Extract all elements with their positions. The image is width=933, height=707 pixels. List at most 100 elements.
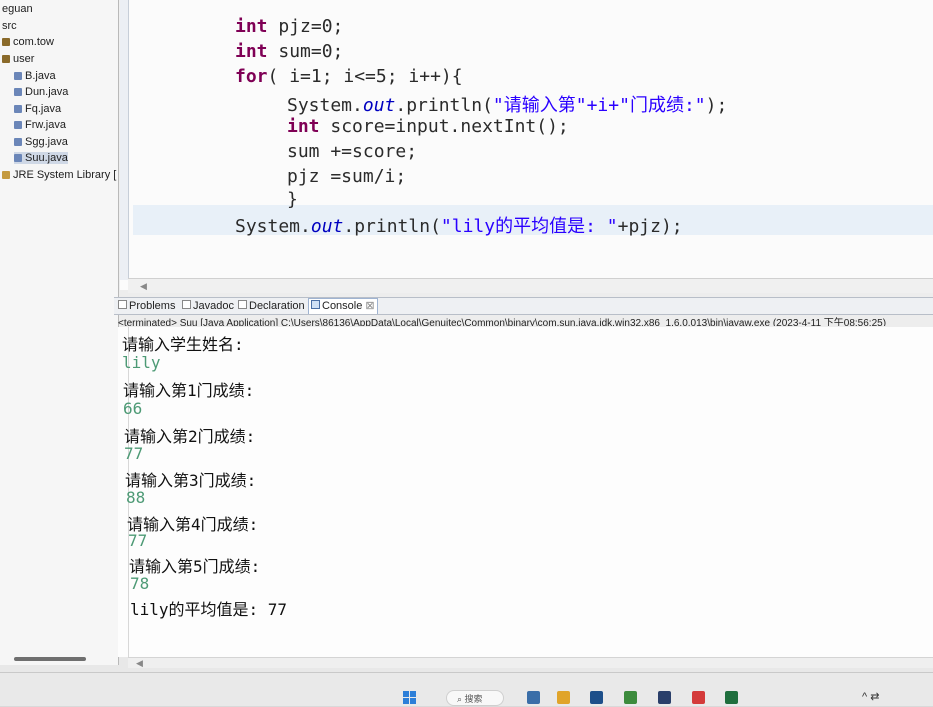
package-icon xyxy=(2,55,10,63)
code-text: .println( xyxy=(343,216,441,237)
tab-javadoc[interactable]: Javadoc xyxy=(180,299,236,313)
tree-item-src[interactable]: src xyxy=(2,20,17,32)
console-line: lily的平均值是: 77 xyxy=(130,600,288,619)
explorer-scrollbar-thumb[interactable] xyxy=(14,657,86,661)
code-text: pjz =sum/i; xyxy=(287,166,407,187)
code-text: sum=0; xyxy=(267,41,344,62)
console-input: 77 xyxy=(124,444,144,463)
tab-label: Problems xyxy=(129,300,176,312)
tree-item-dun-java[interactable]: Dun.java xyxy=(14,86,68,98)
code-field: out xyxy=(362,95,396,116)
code-text: sum +=score; xyxy=(287,141,418,162)
java-file-icon xyxy=(14,121,22,129)
code-keyword: int xyxy=(287,116,320,137)
code-line[interactable]: } xyxy=(287,189,298,210)
console-input: 78 xyxy=(130,574,150,593)
console-input: 66 xyxy=(123,399,143,418)
console-line: 请输入第2门成绩: xyxy=(124,427,256,446)
code-keyword: int xyxy=(235,16,268,37)
tree-item-label: eguan xyxy=(2,3,33,15)
code-line[interactable]: int sum=0; xyxy=(235,41,343,62)
tree-item-label: B.java xyxy=(25,70,56,82)
tab-declaration[interactable]: Declaration xyxy=(236,299,307,313)
tree-item-label: Sgg.java xyxy=(25,136,68,148)
code-line[interactable]: int score=input.nextInt(); xyxy=(287,116,569,137)
app-icon[interactable] xyxy=(725,691,738,704)
code-line[interactable]: System.out.println("lily的平均值是: "+pjz); xyxy=(235,212,683,238)
code-line[interactable]: System.out.println("请输入第"+i+"门成绩:"); xyxy=(287,91,727,117)
console-status: <terminated> Suu [Java Application] C:\U… xyxy=(118,318,887,326)
scroll-left-icon[interactable]: ◀ xyxy=(136,658,143,669)
view-tab-bar: Problems Javadoc Declaration Console ⊠ xyxy=(114,297,933,315)
code-text: } xyxy=(287,189,298,210)
tree-item-user[interactable]: user xyxy=(2,53,34,65)
tree-item-jre-library[interactable]: JRE System Library [ xyxy=(2,169,116,181)
package-icon xyxy=(2,38,10,46)
tree-item-label: user xyxy=(13,53,35,65)
taskbar-search[interactable]: ⌕ 搜索 xyxy=(446,690,504,706)
code-text: .println( xyxy=(395,95,493,116)
store-icon[interactable] xyxy=(590,691,603,704)
tree-item-label: Fq.java xyxy=(25,103,62,115)
code-text: ( i=1; i<=5; i++){ xyxy=(267,66,463,87)
java-file-icon xyxy=(14,154,22,162)
console-line: 请输入第1门成绩: xyxy=(123,381,255,400)
code-text: pjz=0; xyxy=(267,16,344,37)
tree-item-sgg-java[interactable]: Sgg.java xyxy=(14,136,68,148)
javadoc-icon xyxy=(182,300,191,309)
console-horizontal-scrollbar[interactable]: ◀ xyxy=(128,657,933,668)
editor-gutter xyxy=(120,0,129,280)
tree-item-suu-java[interactable]: Suu.java xyxy=(14,152,68,164)
app-icon[interactable] xyxy=(692,691,705,704)
tree-item-label: JRE System Library [ xyxy=(13,169,117,181)
tree-item-label: Frw.java xyxy=(25,119,66,131)
code-string: "lily的平均值是: " xyxy=(440,216,618,237)
search-label: 搜索 xyxy=(464,694,483,704)
code-text: score=input.nextInt(); xyxy=(319,116,569,137)
console-icon xyxy=(311,300,320,309)
code-keyword: for xyxy=(235,66,268,87)
tree-item-b-java[interactable]: B.java xyxy=(14,70,56,82)
tree-item-label: Dun.java xyxy=(25,86,69,98)
console-input: 77 xyxy=(128,531,148,550)
editor-horizontal-scrollbar[interactable]: ◀ xyxy=(128,278,933,293)
close-icon[interactable]: ⊠ xyxy=(365,300,374,312)
system-tray[interactable]: ^ ⇄ xyxy=(862,690,879,703)
code-text: ); xyxy=(705,95,728,116)
code-line[interactable]: int pjz=0; xyxy=(235,16,343,37)
java-file-icon xyxy=(14,138,22,146)
tab-label: Declaration xyxy=(249,300,305,312)
code-text: System. xyxy=(235,216,311,237)
code-line[interactable]: for( i=1; i<=5; i++){ xyxy=(235,66,463,87)
app-icon[interactable] xyxy=(624,691,637,704)
tree-item-frw-java[interactable]: Frw.java xyxy=(14,119,66,131)
java-file-icon xyxy=(14,72,22,80)
declaration-icon xyxy=(238,300,247,309)
file-explorer-icon[interactable] xyxy=(557,691,570,704)
code-field: out xyxy=(310,216,344,237)
tree-item-fq-java[interactable]: Fq.java xyxy=(14,103,61,115)
library-icon xyxy=(2,171,10,179)
tree-item-com-tow[interactable]: com.tow xyxy=(2,36,54,48)
windows-start-icon[interactable] xyxy=(403,691,417,705)
tree-item-project[interactable]: eguan xyxy=(2,3,33,15)
tree-item-label: Suu.java xyxy=(25,152,68,164)
app-icon[interactable] xyxy=(658,691,671,704)
java-file-icon xyxy=(14,105,22,113)
task-view-icon[interactable] xyxy=(527,691,540,704)
console-input: 88 xyxy=(126,488,146,507)
code-line[interactable]: pjz =sum/i; xyxy=(287,166,406,187)
tree-item-label: src xyxy=(2,20,17,32)
scroll-left-icon[interactable]: ◀ xyxy=(140,281,147,292)
code-text: +pjz); xyxy=(617,216,683,237)
code-text: System. xyxy=(287,95,363,116)
java-file-icon xyxy=(14,88,22,96)
taskbar: ⌕ 搜索 ^ ⇄ xyxy=(0,672,933,706)
tab-console[interactable]: Console ⊠ xyxy=(308,298,378,314)
tab-label: Javadoc xyxy=(193,300,234,312)
code-keyword: int xyxy=(235,41,268,62)
code-line[interactable]: sum +=score; xyxy=(287,141,417,162)
desktop-screen: eguan src com.tow user B.java Dun.java F… xyxy=(0,0,933,706)
tab-problems[interactable]: Problems xyxy=(116,299,177,313)
tree-item-label: com.tow xyxy=(13,36,54,48)
